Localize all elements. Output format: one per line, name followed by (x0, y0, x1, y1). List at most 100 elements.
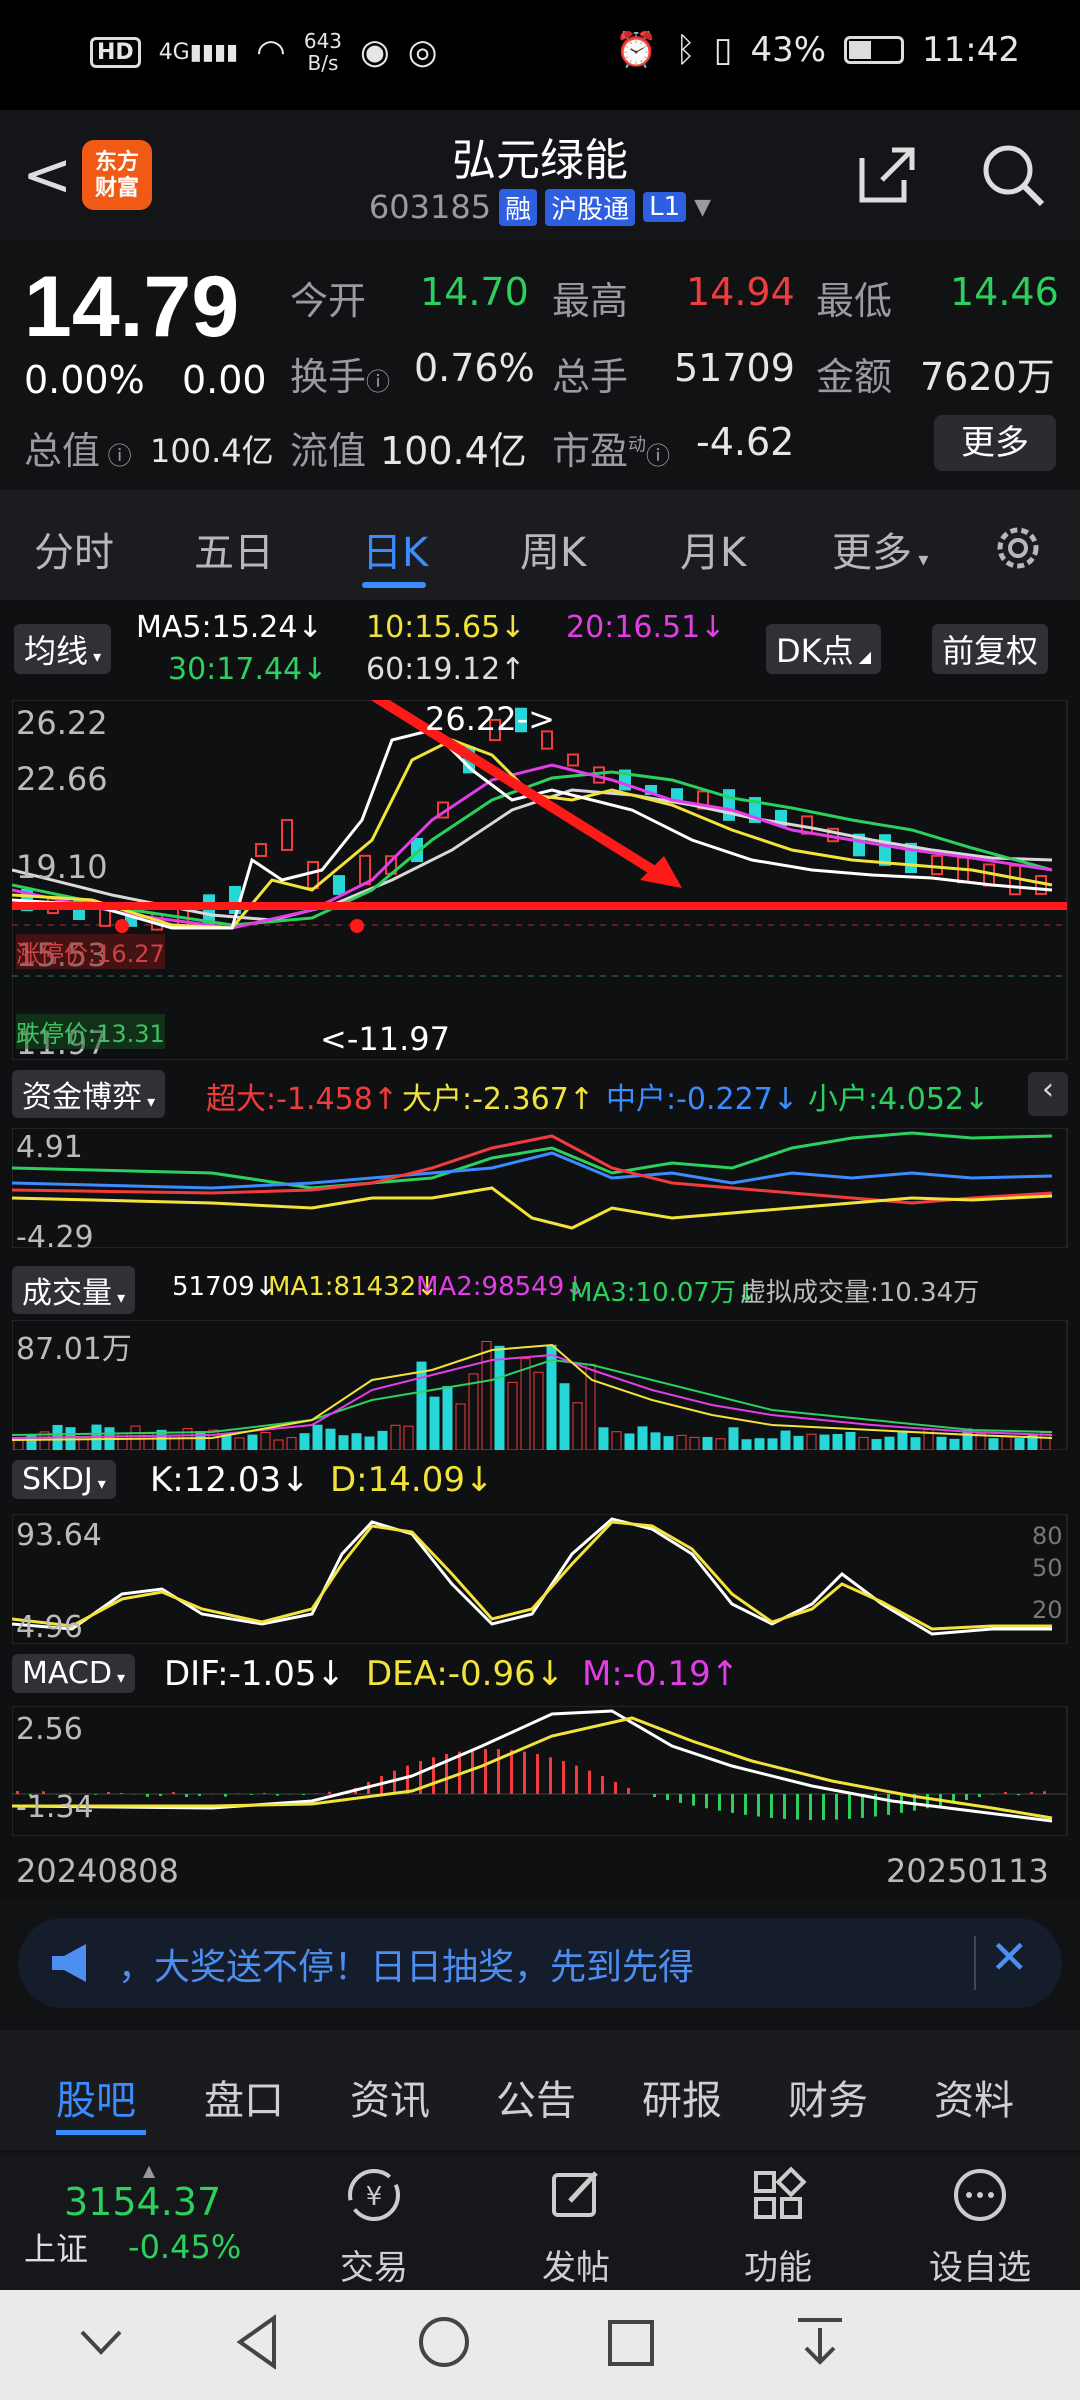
dk-point-button[interactable]: DK点 ◢ (766, 624, 882, 674)
macd-bar (250, 1794, 253, 1795)
promo-banner[interactable]: ，大奖送不停！日日抽奖，先到先得 ✕ (18, 1918, 1062, 2008)
limit-up-label: 涨停价:16.27 (16, 934, 165, 969)
macd-bar (406, 1765, 409, 1794)
tab-weekly-k[interactable]: 周K (520, 520, 586, 578)
macd-bar (757, 1794, 760, 1817)
macd-dea: DEA:-0.96↓ (366, 1654, 565, 1694)
macd-bar (978, 1794, 981, 1798)
dropdown-icon[interactable]: ▼ (694, 195, 711, 220)
eye-icon: ◉ (360, 32, 390, 72)
more-dots-icon (954, 2169, 1006, 2221)
fund-selector[interactable]: 资金博弈 ▾ (12, 1070, 166, 1118)
recents-square-icon[interactable] (606, 2318, 656, 2368)
tab-profile[interactable]: 资料 (934, 2068, 1014, 2126)
volume-bar (871, 1439, 882, 1450)
tab-research[interactable]: 研报 (642, 2068, 722, 2126)
content-tabs: 股吧 盘口 资讯 公告 研报 财务 资料 (0, 2030, 1080, 2150)
volume-bar (364, 1436, 375, 1450)
vibrate-icon: ▯ (713, 30, 733, 70)
ma60-label: 60:19.12↑ (366, 652, 526, 687)
macd-bar (146, 1794, 149, 1797)
close-icon[interactable]: ✕ (990, 1930, 1029, 1984)
volume-bar (390, 1424, 401, 1450)
tab-indicator (362, 582, 426, 588)
ma-selector[interactable]: 均线 ▾ (14, 624, 112, 674)
tab-news[interactable]: 资讯 (350, 2068, 430, 2126)
volume-bar (858, 1436, 869, 1450)
margin-tag: 融 (499, 188, 538, 226)
system-navigation (0, 2290, 1080, 2400)
float-mv-label: 流值 (290, 429, 367, 473)
tab-pankou[interactable]: 盘口 (204, 2068, 284, 2126)
y-mid1: 22.66 (16, 760, 108, 798)
search-icon[interactable] (980, 142, 1048, 210)
macd-bar (302, 1794, 305, 1795)
signal-icon: 4G▮▮▮▮ (158, 39, 239, 65)
home-circle-icon[interactable] (416, 2314, 472, 2370)
volume-bar (780, 1430, 791, 1450)
fund-small: 小户:4.052↓ (808, 1082, 990, 1117)
share-icon[interactable] (856, 144, 918, 206)
macd-selector[interactable]: MACD ▾ (12, 1654, 136, 1693)
hd-icon: HD (90, 36, 141, 68)
volume-bar (845, 1431, 856, 1450)
add-watchlist-button[interactable]: 设自选 (920, 2165, 1040, 2289)
macd-bar (1017, 1794, 1020, 1796)
kline-chart-area[interactable]: 均线 ▾ MA5:15.24↓ 10:15.65↓ 20:16.51↓ 30:1… (0, 600, 1080, 1900)
volume-bar (416, 1361, 427, 1450)
level-tag: L1 (643, 192, 687, 222)
trade-button[interactable]: ¥ 交易 (314, 2165, 434, 2289)
tab-finance[interactable]: 财务 (788, 2068, 868, 2126)
macd-bar (692, 1794, 695, 1806)
volume-bar (715, 1438, 726, 1450)
volume-bar (507, 1381, 518, 1450)
skdj-y-top: 93.64 (16, 1518, 102, 1553)
skdj-y-bottom: 4.96 (16, 1610, 83, 1645)
tab-daily-k[interactable]: 日K (362, 520, 428, 578)
post-button[interactable]: 发帖 (516, 2165, 636, 2289)
total-mv-label: 总值 ⓘ (24, 429, 132, 473)
last-price: 14.79 (24, 259, 240, 355)
tab-more[interactable]: 更多 ▾ (832, 520, 928, 578)
macd-bar (575, 1765, 578, 1794)
volume-selector[interactable]: 成交量 ▾ (12, 1266, 136, 1314)
more-button[interactable]: 更多 (934, 415, 1056, 471)
candle (359, 854, 371, 886)
macd-bar (627, 1787, 630, 1794)
macd-bar (523, 1751, 526, 1794)
volume-bar (520, 1358, 531, 1450)
tab-five-day[interactable]: 五日 (194, 520, 274, 578)
index-ticker[interactable]: ▲ 3154.37 上证 -0.45% (24, 2161, 274, 2270)
collapse-icon[interactable]: ‹ (1028, 1072, 1068, 1116)
candle (879, 834, 891, 866)
bottom-toolbar: ▲ 3154.37 上证 -0.45% ¥ 交易 发帖 功能 设自选 (0, 2155, 1080, 2290)
back-triangle-icon[interactable] (234, 2314, 280, 2370)
pe-label: 市盈动ⓘ (552, 429, 671, 473)
settings-gear-icon[interactable] (990, 520, 1046, 576)
macd-bar (809, 1794, 812, 1820)
download-icon[interactable] (794, 2314, 846, 2370)
volume-bar (806, 1433, 817, 1450)
volume-y-top: 87.01万 (16, 1332, 132, 1367)
macd-dif: DIF:-1.05↓ (164, 1654, 346, 1694)
volume-bar (1001, 1435, 1012, 1450)
status-bar: HD 4G▮▮▮▮ ◠ 643 B/s ◉ ◎ ⏰ ᛒ ▯ 43% 11:42 (0, 0, 1080, 110)
volume-bar (494, 1345, 505, 1450)
collapse-down-icon[interactable] (78, 2322, 124, 2362)
macd-bar (679, 1794, 682, 1803)
tab-monthly-k[interactable]: 月K (680, 520, 746, 578)
subtab-indicator (56, 2130, 146, 2135)
volume-bar (481, 1340, 492, 1450)
volume-bar (767, 1438, 778, 1450)
amount-value: 7620万 (920, 355, 1055, 399)
index-change: -0.45% (128, 2228, 242, 2266)
tab-intraday[interactable]: 分时 (34, 520, 114, 578)
function-button[interactable]: 功能 (718, 2165, 838, 2289)
macd-bar (1043, 1791, 1046, 1794)
tab-guba[interactable]: 股吧 (56, 2068, 136, 2126)
volume-bar (884, 1436, 895, 1450)
price-adjust-button[interactable]: 前复权 (932, 624, 1049, 674)
skdj-selector[interactable]: SKDJ ▾ (12, 1460, 116, 1499)
macd-bar (653, 1794, 656, 1798)
tab-announcement[interactable]: 公告 (496, 2068, 576, 2126)
